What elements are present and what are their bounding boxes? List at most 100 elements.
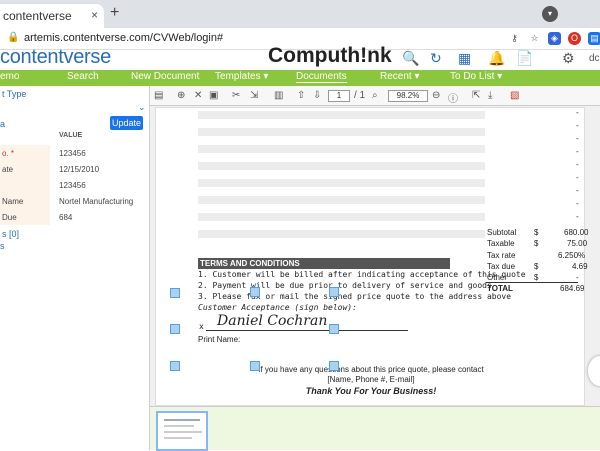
insert-icon[interactable]: ⇲ <box>250 90 258 101</box>
star-icon[interactable]: ☆ <box>528 32 541 45</box>
export-icon[interactable]: ⇱ <box>472 90 480 101</box>
document-page: - - - - - - - - - Subtotal $ 680.00 Taxa… <box>155 107 589 406</box>
page-thumbnail[interactable] <box>156 411 208 451</box>
document-viewer: ▤ ⊕ ✕ ▣ ✂ ⇲ ▥ ⇧ ⇩ 1 / 1 ⌕ 98.2% ⊖ ⓘ ⇱ ⤓ … <box>150 86 600 406</box>
annotation-handle[interactable] <box>170 288 180 298</box>
bell-icon[interactable]: 🔔 <box>488 50 505 67</box>
grid-icon[interactable]: ▦ <box>458 50 471 67</box>
close-icon[interactable]: ✕ <box>194 90 202 101</box>
contentverse-logo[interactable]: contentverse <box>0 46 111 69</box>
line-amount: - <box>576 212 579 221</box>
sidebar-toggle-icon[interactable]: ▤ <box>154 90 163 101</box>
annotation-handle[interactable] <box>329 361 339 371</box>
document-type-link[interactable]: t Type <box>2 89 26 99</box>
annotation-handle[interactable] <box>170 324 180 334</box>
acceptance-label: Customer Acceptance (sign below): <box>198 303 357 312</box>
field-value[interactable]: Nortel Manufacturing <box>59 197 133 206</box>
page-up-icon[interactable]: ⇧ <box>297 90 305 101</box>
panel-link-a[interactable]: a <box>0 119 5 129</box>
links-count-link[interactable]: s [0] <box>2 229 19 239</box>
table-line <box>198 111 485 119</box>
totals-currency: $ <box>534 239 539 248</box>
annotation-handle[interactable] <box>329 324 339 334</box>
main-nav: emo Search New Document Templates ▾ Docu… <box>0 70 600 86</box>
refresh-icon[interactable]: ↻ <box>430 50 442 67</box>
field-key: o. * <box>0 145 50 161</box>
field-value[interactable]: 12/15/2010 <box>59 165 99 174</box>
nav-search[interactable]: Search <box>67 71 99 82</box>
nav-templates[interactable]: Templates ▾ <box>215 71 268 82</box>
line-amount: - <box>576 121 579 130</box>
viewer-toolbar: ▤ ⊕ ✕ ▣ ✂ ⇲ ▥ ⇧ ⇩ 1 / 1 ⌕ 98.2% ⊖ ⓘ ⇱ ⤓ … <box>150 86 600 106</box>
totals-value: 75.00 <box>567 239 588 248</box>
page-down-icon[interactable]: ⇩ <box>313 90 321 101</box>
page-number-input[interactable]: 1 <box>328 90 350 102</box>
tab-title: contentverse <box>3 9 72 23</box>
nav-documents[interactable]: Documents <box>296 71 347 83</box>
print-name-label: Print Name: <box>198 335 241 344</box>
close-tab-icon[interactable]: × <box>91 8 98 22</box>
field-value[interactable]: 123456 <box>59 149 86 158</box>
total-value: 684.69 <box>560 284 585 293</box>
line-amount: - <box>576 199 579 208</box>
field-key: ate <box>0 161 50 177</box>
nav-recent[interactable]: Recent ▾ <box>380 71 419 82</box>
zoom-out-icon[interactable]: ⊖ <box>432 90 440 101</box>
info-icon[interactable]: ⓘ <box>448 90 458 105</box>
search-icon[interactable]: 🔍 <box>402 50 419 67</box>
gear-icon[interactable]: ⚙ <box>562 50 575 67</box>
term-line: 3. Please fax or mail the signed price q… <box>198 292 512 301</box>
save-icon[interactable]: ▣ <box>209 90 218 101</box>
field-row: o. * 123456 <box>0 145 148 161</box>
nav-memo[interactable]: emo <box>0 71 19 82</box>
nav-new-document[interactable]: New Document <box>131 71 199 82</box>
update-button[interactable]: Update <box>110 116 143 130</box>
totals-value: 680.00 <box>564 228 589 237</box>
chrome-menu-icon[interactable]: ▾ <box>542 6 558 22</box>
field-row: Due 684 <box>0 209 148 225</box>
extension-blue-icon[interactable]: ◈ <box>548 32 561 45</box>
extension-icon[interactable]: ▤ <box>588 32 600 45</box>
pdf-icon[interactable]: ▧ <box>510 90 519 101</box>
totals-currency: $ <box>534 228 539 237</box>
properties-panel: t Type ⌄ a Update VALUE o. * 123456 ate … <box>0 86 150 450</box>
user-name[interactable]: dc <box>589 53 600 64</box>
opera-icon[interactable]: O <box>568 32 581 45</box>
field-value[interactable]: 684 <box>59 213 72 222</box>
line-amount: - <box>576 108 579 117</box>
annotation-handle[interactable] <box>250 287 260 297</box>
scissors-icon[interactable]: ✂ <box>232 90 240 101</box>
lock-icon[interactable]: 🔒 <box>7 32 19 43</box>
nav-todo[interactable]: To Do List ▾ <box>450 71 502 82</box>
thumb-line <box>164 425 194 427</box>
table-line <box>198 179 485 187</box>
key-icon[interactable]: ⚷ <box>508 32 521 45</box>
totals-value: - <box>576 273 579 282</box>
zoom-icon[interactable]: ⌕ <box>372 90 378 101</box>
annotation-handle[interactable] <box>170 361 180 371</box>
field-key: Name <box>0 193 50 209</box>
document-icon[interactable]: 📄 <box>516 50 533 67</box>
line-amount: - <box>576 147 579 156</box>
panel-link-s[interactable]: s <box>0 241 5 251</box>
zoom-input[interactable]: 98.2% <box>388 90 428 102</box>
line-amount: - <box>576 186 579 195</box>
annotation-handle[interactable] <box>250 361 260 371</box>
thumb-line <box>164 419 200 421</box>
term-line: 1. Customer will be billed after indicat… <box>198 270 526 279</box>
field-value[interactable]: 123456 <box>59 181 86 190</box>
totals-value: 4.69 <box>572 262 588 271</box>
table-line <box>198 230 485 238</box>
new-tab-button[interactable]: + <box>110 4 119 22</box>
table-line <box>198 196 485 204</box>
thumbnail-strip <box>150 406 600 451</box>
pages-icon[interactable]: ▥ <box>274 90 283 101</box>
totals-label: Taxable <box>487 239 515 248</box>
chevron-down-icon[interactable]: ⌄ <box>138 102 146 113</box>
field-key: Due <box>0 209 50 225</box>
annotation-handle[interactable] <box>329 287 339 297</box>
download-icon[interactable]: ⤓ <box>488 90 492 101</box>
add-icon[interactable]: ⊕ <box>177 90 185 101</box>
url-field[interactable]: artemis.contentverse.com/CVWeb/login# <box>24 32 223 44</box>
browser-tab[interactable]: contentverse × <box>0 4 104 28</box>
